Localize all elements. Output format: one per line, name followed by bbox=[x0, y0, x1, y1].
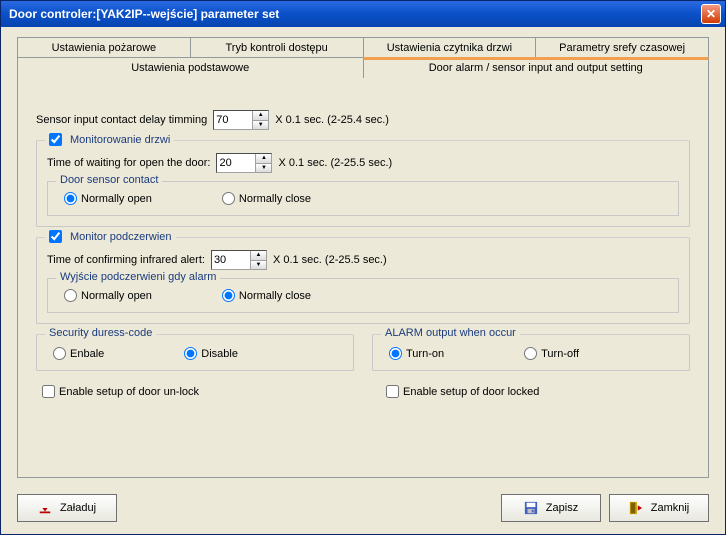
save-icon bbox=[524, 501, 538, 515]
tab-basic-settings[interactable]: Ustawienia podstawowe bbox=[17, 57, 364, 78]
group-ir-output: Wyjście podczerwieni gdy alarm Normally … bbox=[47, 278, 679, 313]
tab-reader-settings[interactable]: Ustawienia czytnika drzwi bbox=[363, 37, 537, 58]
enable-locked-checkbox[interactable]: Enable setup of door locked bbox=[386, 385, 690, 398]
close-button[interactable]: Zamknij bbox=[609, 494, 709, 522]
ir-confirm-input[interactable] bbox=[212, 251, 250, 269]
duress-enable[interactable]: Enbale bbox=[53, 347, 104, 360]
spin-up-icon[interactable]: ▲ bbox=[252, 111, 268, 120]
group-door-monitor: Monitorowanie drzwi Time of waiting for … bbox=[36, 140, 690, 227]
door-wait-spinbox[interactable]: ▲ ▼ bbox=[216, 153, 272, 173]
sensor-delay-suffix: X 0.1 sec. (2-25.4 sec.) bbox=[275, 114, 389, 126]
client-area: Ustawienia pożarowe Tryb kontroli dostęp… bbox=[1, 27, 725, 486]
save-button[interactable]: Zapisz bbox=[501, 494, 601, 522]
door-monitor-checkbox[interactable] bbox=[49, 133, 62, 146]
ir-output-close[interactable]: Normally close bbox=[222, 289, 311, 302]
door-wait-suffix: X 0.1 sec. (2-25.5 sec.) bbox=[278, 157, 392, 169]
two-column-groups: Security duress-code Enbale Disable ALAR bbox=[36, 324, 690, 371]
ir-confirm-suffix: X 0.1 sec. (2-25.5 sec.) bbox=[273, 254, 387, 266]
spin-up-icon[interactable]: ▲ bbox=[255, 154, 271, 163]
door-contact-close[interactable]: Normally close bbox=[222, 192, 311, 205]
close-icon[interactable]: ✕ bbox=[701, 4, 721, 24]
sensor-delay-spinbox[interactable]: ▲ ▼ bbox=[213, 110, 269, 130]
group-duress: Security duress-code Enbale Disable bbox=[36, 334, 354, 371]
sensor-delay-input[interactable] bbox=[214, 111, 252, 129]
group-alarm-output: ALARM output when occur Turn-on Turn-off bbox=[372, 334, 690, 371]
tab-timezone-params[interactable]: Parametry srefy czasowej bbox=[535, 37, 709, 58]
tab-content: Sensor input contact delay timming ▲ ▼ X… bbox=[17, 77, 709, 478]
alarm-turn-off[interactable]: Turn-off bbox=[524, 347, 579, 360]
load-button[interactable]: Załaduj bbox=[17, 494, 117, 522]
door-wait-label: Time of waiting for open the door: bbox=[47, 157, 210, 169]
download-icon bbox=[38, 501, 52, 515]
titlebar: Door controler:[YAK2IP--wejście] paramet… bbox=[1, 1, 725, 27]
spin-down-icon[interactable]: ▼ bbox=[250, 260, 266, 270]
door-exit-icon bbox=[629, 501, 643, 515]
alarm-turn-on[interactable]: Turn-on bbox=[389, 347, 444, 360]
tab-door-alarm[interactable]: Door alarm / sensor input and output set… bbox=[363, 57, 710, 78]
duress-disable[interactable]: Disable bbox=[184, 347, 238, 360]
door-wait-input[interactable] bbox=[217, 154, 255, 172]
dialog-window: Door controler:[YAK2IP--wejście] paramet… bbox=[0, 0, 726, 535]
enable-unlock-checkbox[interactable]: Enable setup of door un-lock bbox=[42, 385, 346, 398]
spin-up-icon[interactable]: ▲ bbox=[250, 251, 266, 260]
door-contact-open[interactable]: Normally open bbox=[64, 192, 152, 205]
alarm-out-title: ALARM output when occur bbox=[385, 327, 516, 339]
sensor-delay-row: Sensor input contact delay timming ▲ ▼ X… bbox=[36, 110, 690, 130]
group-door-contact: Door sensor contact Normally open Normal… bbox=[47, 181, 679, 216]
footer-buttons: Załaduj Zapisz Zamknij bbox=[1, 486, 725, 534]
spin-down-icon[interactable]: ▼ bbox=[255, 163, 271, 173]
bottom-check-row: Enable setup of door un-lock Enable setu… bbox=[36, 385, 690, 398]
door-monitor-title: Monitorowanie drzwi bbox=[70, 134, 170, 146]
duress-title: Security duress-code bbox=[49, 327, 152, 339]
tabs-row-bottom: Ustawienia podstawowe Door alarm / senso… bbox=[17, 57, 709, 78]
ir-output-title: Wyjście podczerwieni gdy alarm bbox=[56, 271, 220, 283]
door-contact-title: Door sensor contact bbox=[56, 174, 162, 186]
group-ir-monitor: Monitor podczerwien Time of confirming i… bbox=[36, 237, 690, 324]
ir-monitor-title: Monitor podczerwien bbox=[70, 231, 172, 243]
tabs-row-top: Ustawienia pożarowe Tryb kontroli dostęp… bbox=[17, 37, 709, 58]
tab-fire-settings[interactable]: Ustawienia pożarowe bbox=[17, 37, 191, 58]
ir-confirm-label: Time of confirming infrared alert: bbox=[47, 254, 205, 266]
spin-down-icon[interactable]: ▼ bbox=[252, 120, 268, 130]
sensor-delay-label: Sensor input contact delay timming bbox=[36, 114, 207, 126]
ir-monitor-checkbox[interactable] bbox=[49, 230, 62, 243]
tab-access-mode[interactable]: Tryb kontroli dostępu bbox=[190, 37, 364, 58]
ir-confirm-spinbox[interactable]: ▲ ▼ bbox=[211, 250, 267, 270]
ir-output-open[interactable]: Normally open bbox=[64, 289, 152, 302]
window-title: Door controler:[YAK2IP--wejście] paramet… bbox=[9, 7, 701, 21]
